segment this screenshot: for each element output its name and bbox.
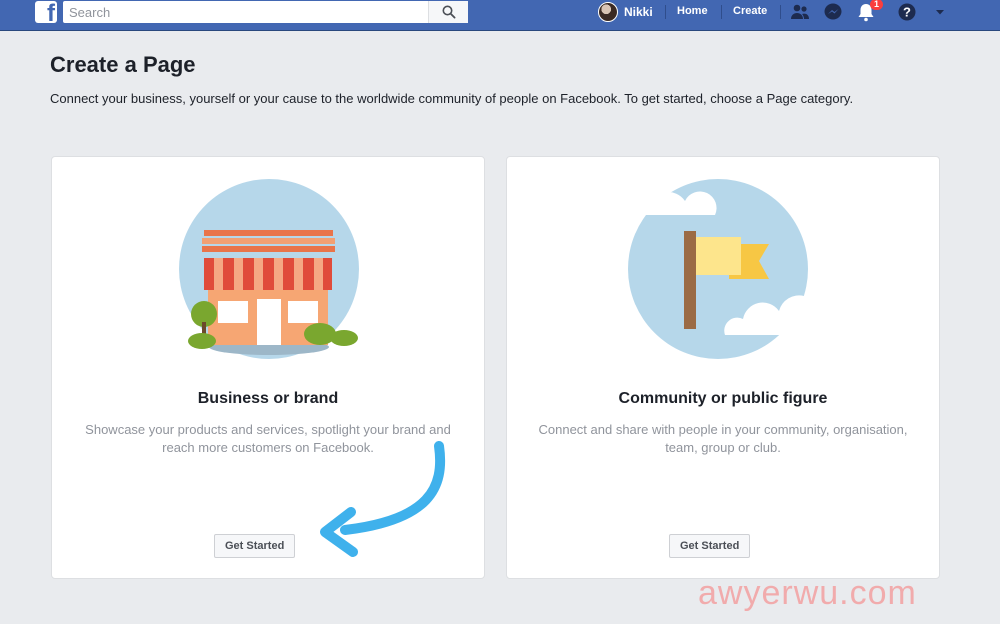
- watermark: awyerwu.com: [698, 574, 917, 612]
- help-icon[interactable]: ?: [897, 2, 917, 22]
- flag-icon: [627, 179, 822, 359]
- facebook-logo-icon[interactable]: f: [35, 1, 57, 23]
- notification-badge: 1: [870, 0, 883, 10]
- card-title: Community or public figure: [618, 390, 828, 407]
- nav-divider: [721, 5, 722, 19]
- search-box: [63, 1, 468, 23]
- messenger-icon[interactable]: [823, 2, 843, 22]
- search-button[interactable]: [428, 1, 468, 23]
- search-icon: [442, 5, 456, 19]
- storefront-icon: [179, 179, 359, 359]
- nav-divider: [780, 5, 781, 19]
- caret-down-icon[interactable]: [932, 2, 952, 22]
- community-public-figure-card[interactable]: Community or public figure Connect and s…: [506, 156, 940, 579]
- home-link[interactable]: Home: [677, 5, 708, 17]
- search-input[interactable]: [63, 1, 429, 23]
- create-link[interactable]: Create: [733, 5, 767, 17]
- get-started-button[interactable]: Get Started: [214, 534, 296, 558]
- get-started-button[interactable]: Get Started: [669, 534, 751, 558]
- nav-divider: [665, 5, 666, 19]
- avatar: [598, 2, 618, 22]
- annotation-arrow: [320, 441, 446, 557]
- top-navigation-bar: f Nikki Home Create 1 ?: [0, 0, 1000, 31]
- card-title: Business or brand: [197, 390, 339, 407]
- page-subtitle: Connect your business, yourself or your …: [50, 91, 854, 106]
- friends-icon[interactable]: [790, 2, 810, 22]
- svg-text:?: ?: [903, 5, 911, 20]
- card-description: Connect and share with people in your co…: [538, 422, 908, 455]
- profile-link[interactable]: Nikki: [598, 0, 653, 24]
- profile-name: Nikki: [624, 5, 653, 19]
- page-title: Create a Page: [50, 52, 196, 77]
